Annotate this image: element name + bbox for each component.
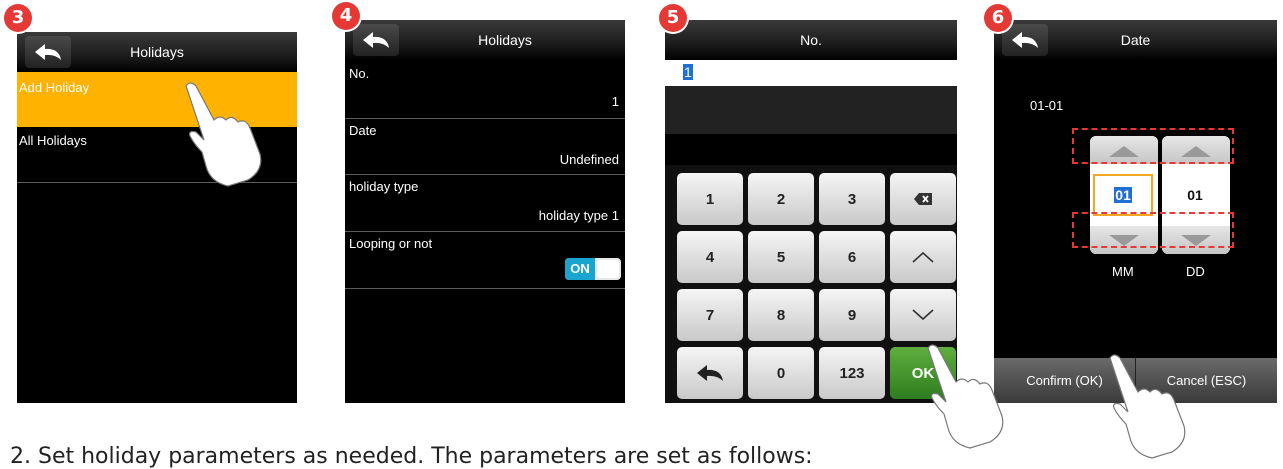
key-123[interactable]: 123 — [819, 347, 885, 399]
pointing-hand-icon — [185, 82, 262, 187]
page-title: Date — [1120, 32, 1151, 48]
month-value: 01 — [1114, 187, 1132, 203]
key-4[interactable]: 4 — [677, 231, 743, 283]
key-up[interactable] — [890, 231, 956, 283]
key-8[interactable]: 8 — [748, 289, 814, 341]
back-arrow-icon — [1012, 32, 1038, 48]
input-area — [665, 86, 957, 134]
header-bar: No. — [665, 20, 957, 60]
field-looping[interactable]: Looping or not ON — [345, 232, 625, 287]
highlight-frame-down — [1072, 212, 1234, 248]
field-date[interactable]: Date Undefined — [345, 119, 625, 174]
pointing-hand-icon — [927, 344, 1004, 449]
back-button[interactable] — [25, 36, 71, 68]
looping-toggle[interactable]: ON — [565, 258, 621, 280]
back-button[interactable] — [1002, 24, 1048, 56]
header-bar: Holidays — [345, 20, 625, 60]
day-label: DD — [1186, 264, 1205, 279]
key-down[interactable] — [890, 289, 956, 341]
page-title: No. — [800, 32, 822, 48]
field-label: Looping or not — [349, 236, 433, 251]
panel-date-picker: Date 01-01 01 01 MM DD Confirm (OK) Canc… — [994, 20, 1277, 403]
day-value: 01 — [1187, 187, 1203, 203]
key-backspace[interactable] — [890, 173, 956, 225]
key-1[interactable]: 1 — [677, 173, 743, 225]
header-bar: Date — [994, 20, 1277, 60]
toggle-knob — [597, 260, 619, 278]
month-value-box[interactable]: 01 — [1093, 174, 1153, 216]
key-0[interactable]: 0 — [748, 347, 814, 399]
panel-number-keypad: No. 1 1 2 3 4 5 6 7 8 9 0 123 OK — [665, 20, 957, 403]
key-5[interactable]: 5 — [748, 231, 814, 283]
current-date: 01-01 — [1030, 98, 1064, 113]
number-input[interactable]: 1 — [665, 60, 957, 86]
menu-item-label: All Holidays — [19, 133, 87, 148]
panel-holiday-settings: Holidays No. 1 Date Undefined holiday ty… — [345, 20, 625, 403]
input-value: 1 — [683, 64, 693, 80]
field-value: Undefined — [559, 152, 619, 167]
chevron-up-icon — [912, 251, 934, 263]
keypad: 1 2 3 4 5 6 7 8 9 0 123 OK — [665, 165, 957, 403]
page-title: Holidays — [130, 44, 184, 60]
toggle-on-label: ON — [565, 258, 595, 280]
key-back[interactable] — [677, 347, 743, 399]
field-label: holiday type — [349, 179, 419, 194]
pointing-hand-icon — [1109, 354, 1186, 459]
header-bar: Holidays — [17, 32, 297, 72]
backspace-icon — [914, 193, 932, 205]
key-3[interactable]: 3 — [819, 173, 885, 225]
back-arrow-icon — [35, 44, 61, 60]
field-label: Date — [349, 123, 377, 138]
key-9[interactable]: 9 — [819, 289, 885, 341]
field-value: holiday type 1 — [538, 208, 619, 223]
key-7[interactable]: 7 — [677, 289, 743, 341]
page-title: Holidays — [478, 32, 532, 48]
chevron-down-icon — [912, 309, 934, 321]
back-arrow-icon — [363, 32, 389, 48]
step-badge-6: 6 — [984, 4, 1012, 32]
field-label: No. — [349, 66, 370, 81]
field-holiday-type[interactable]: holiday type holiday type 1 — [345, 175, 625, 230]
step-badge-4: 4 — [332, 2, 360, 30]
divider — [345, 288, 625, 289]
field-value: 1 — [611, 94, 619, 109]
instruction-caption: 2. Set holiday parameters as needed. The… — [10, 444, 813, 469]
back-button[interactable] — [353, 24, 399, 56]
key-2[interactable]: 2 — [748, 173, 814, 225]
field-number[interactable]: No. 1 — [345, 62, 625, 117]
step-badge-3: 3 — [4, 4, 32, 32]
month-label: MM — [1112, 264, 1134, 279]
highlight-frame-up — [1072, 128, 1234, 164]
step-badge-5: 5 — [659, 4, 687, 32]
back-arrow-icon — [697, 365, 723, 381]
day-value-box[interactable]: 01 — [1165, 174, 1225, 216]
key-6[interactable]: 6 — [819, 231, 885, 283]
confirm-label: Confirm (OK) — [1026, 373, 1103, 388]
menu-item-label: Add Holiday — [19, 80, 90, 95]
